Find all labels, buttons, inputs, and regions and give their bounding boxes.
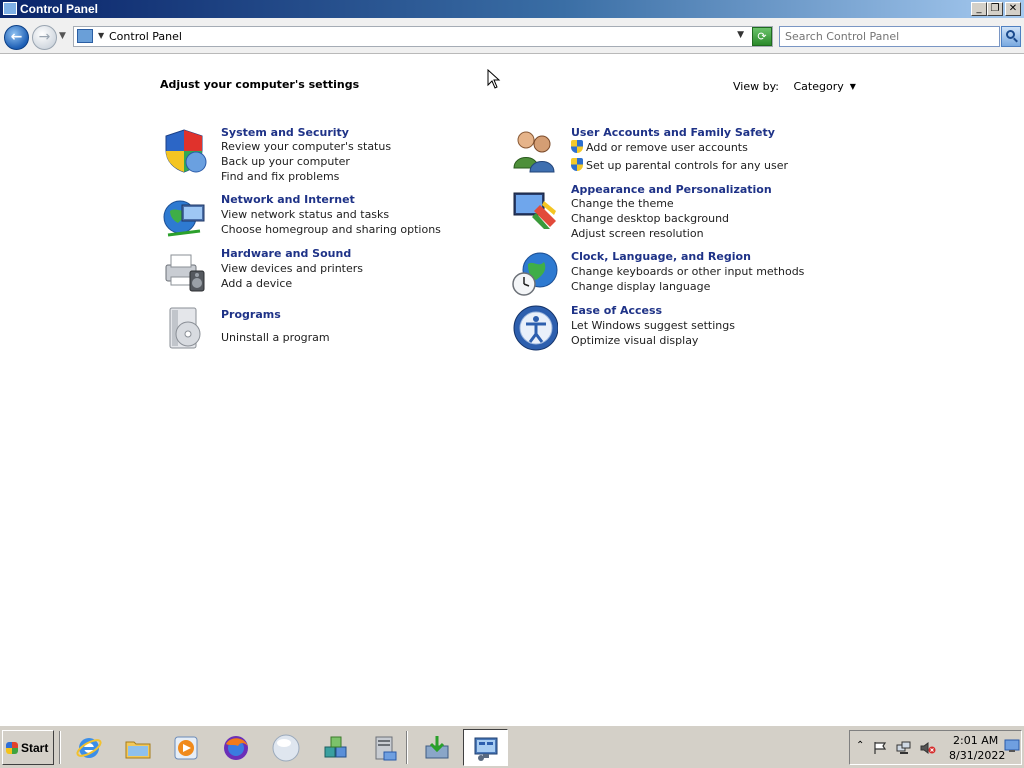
category-title[interactable]: Hardware and Sound bbox=[221, 247, 351, 260]
category-title[interactable]: System and Security bbox=[221, 126, 349, 139]
breadcrumb[interactable]: Control Panel bbox=[109, 30, 182, 43]
address-dropdown[interactable]: ▼ bbox=[737, 30, 744, 40]
mouse-pointer-icon bbox=[487, 69, 501, 89]
view-by-label: View by: bbox=[733, 80, 779, 93]
firefox-icon bbox=[224, 736, 248, 760]
search-field[interactable] bbox=[779, 26, 1000, 47]
category-title[interactable]: User Accounts and Family Safety bbox=[571, 126, 775, 139]
category-link[interactable]: Uninstall a program bbox=[221, 331, 330, 344]
category-link[interactable]: View devices and printers bbox=[221, 262, 363, 275]
category-link[interactable]: Choose homegroup and sharing options bbox=[221, 223, 441, 236]
uac-shield-icon bbox=[571, 158, 583, 171]
category-title[interactable]: Ease of Access bbox=[571, 304, 662, 317]
taskbar-divider[interactable] bbox=[406, 731, 408, 764]
address-toolbar: ← → ▼ ▼ Control Panel ▼ ⟳ bbox=[0, 18, 1024, 54]
address-field[interactable]: ▼ Control Panel ▼ bbox=[73, 26, 773, 47]
taskbar-app-control-panel[interactable] bbox=[463, 729, 508, 766]
action-center-flag-icon[interactable] bbox=[872, 741, 888, 755]
category-title[interactable]: Programs bbox=[221, 308, 281, 321]
view-by-select[interactable]: Category ▼ bbox=[794, 80, 856, 93]
ease-of-access-icon[interactable] bbox=[510, 304, 558, 352]
taskbar-divider[interactable] bbox=[59, 731, 61, 764]
category-link[interactable]: View network status and tasks bbox=[221, 208, 389, 221]
monitor-palette-icon[interactable] bbox=[510, 183, 558, 231]
restore-button[interactable]: ❐ bbox=[987, 2, 1003, 16]
installer-icon bbox=[425, 736, 449, 759]
back-arrow-icon: ← bbox=[10, 29, 23, 45]
system-tray: ⌃ 2:01 AM 8/31/2022 bbox=[849, 730, 1022, 765]
category-link[interactable]: Let Windows suggest settings bbox=[571, 319, 735, 332]
category-link[interactable]: Change the theme bbox=[571, 197, 674, 210]
category-link[interactable]: Change desktop background bbox=[571, 212, 729, 225]
forward-arrow-icon: → bbox=[38, 29, 51, 45]
category-link[interactable]: Optimize visual display bbox=[571, 334, 698, 347]
category-link[interactable]: Add a device bbox=[221, 277, 292, 290]
forward-button[interactable]: → bbox=[32, 25, 57, 50]
category-link[interactable]: Find and fix problems bbox=[221, 170, 339, 183]
printer-speaker-icon[interactable] bbox=[160, 247, 208, 295]
page-title: Adjust your computer's settings bbox=[160, 78, 360, 91]
breadcrumb-chevron-icon[interactable]: ▼ bbox=[98, 31, 104, 40]
clock-globe-icon[interactable] bbox=[510, 250, 558, 298]
category-title[interactable]: Clock, Language, and Region bbox=[571, 250, 751, 263]
category-link[interactable]: Change display language bbox=[571, 280, 710, 293]
refresh-icon: ⟳ bbox=[757, 30, 767, 43]
back-button[interactable]: ← bbox=[4, 25, 29, 50]
view-by: View by: Category ▼ bbox=[733, 80, 856, 93]
puzzle-cubes-icon bbox=[324, 736, 347, 758]
server-icon bbox=[375, 736, 397, 761]
refresh-button[interactable]: ⟳ bbox=[752, 27, 772, 46]
close-button[interactable]: ✕ bbox=[1005, 2, 1021, 16]
globe-network-icon[interactable] bbox=[160, 193, 208, 241]
shield-icon[interactable] bbox=[160, 126, 208, 174]
control-panel-icon bbox=[3, 2, 17, 15]
minimize-button[interactable]: _ bbox=[971, 2, 987, 16]
users-icon[interactable] bbox=[510, 126, 558, 174]
category-link[interactable]: Add or remove user accounts bbox=[571, 140, 748, 154]
start-button[interactable]: Start bbox=[2, 730, 54, 765]
taskbar-app-server[interactable] bbox=[361, 729, 406, 766]
chevron-down-icon[interactable]: ▼ bbox=[850, 82, 856, 91]
show-hidden-icons-button[interactable]: ⌃ bbox=[856, 740, 864, 751]
taskbar-app-explorer[interactable] bbox=[115, 729, 160, 766]
clock-date[interactable]: 8/31/2022 bbox=[949, 749, 1005, 762]
file-explorer-icon bbox=[125, 741, 151, 759]
programs-disc-icon[interactable] bbox=[160, 304, 208, 352]
volume-muted-icon[interactable] bbox=[920, 741, 936, 755]
category-title[interactable]: Network and Internet bbox=[221, 193, 355, 206]
clock-time[interactable]: 2:01 AM bbox=[953, 734, 998, 747]
control-panel-icon bbox=[77, 29, 93, 43]
control-panel-icon bbox=[474, 737, 498, 761]
show-desktop-icon[interactable] bbox=[1004, 739, 1020, 753]
windows-logo-icon bbox=[6, 742, 18, 754]
taskbar-app-blank[interactable] bbox=[263, 729, 308, 766]
category-link[interactable]: Adjust screen resolution bbox=[571, 227, 704, 240]
search-button[interactable] bbox=[1001, 26, 1021, 47]
taskbar-app-media-player[interactable] bbox=[163, 729, 208, 766]
category-link[interactable]: Set up parental controls for any user bbox=[571, 158, 788, 172]
search-input[interactable] bbox=[780, 27, 990, 46]
taskbar-app-installer[interactable] bbox=[414, 729, 459, 766]
window-title: Control Panel bbox=[20, 2, 99, 16]
blank-orb-icon bbox=[272, 734, 300, 762]
category-title[interactable]: Appearance and Personalization bbox=[571, 183, 772, 196]
recent-pages-dropdown[interactable]: ▼ bbox=[59, 31, 66, 41]
taskbar-app-firefox[interactable] bbox=[213, 729, 258, 766]
network-icon[interactable] bbox=[896, 741, 912, 755]
media-player-icon bbox=[174, 736, 198, 760]
category-link[interactable]: Change keyboards or other input methods bbox=[571, 265, 804, 278]
title-bar: Control Panel _ ❐ ✕ bbox=[0, 0, 1024, 18]
taskbar: Start ⌃ 2:01 AM 8/31/2022 bbox=[0, 725, 1024, 768]
uac-shield-icon bbox=[571, 140, 583, 153]
category-link[interactable]: Review your computer's status bbox=[221, 140, 391, 153]
internet-explorer-icon bbox=[76, 738, 102, 758]
taskbar-app-puzzle[interactable] bbox=[313, 729, 358, 766]
category-link[interactable]: Back up your computer bbox=[221, 155, 350, 168]
taskbar-app-ie[interactable] bbox=[66, 729, 111, 766]
